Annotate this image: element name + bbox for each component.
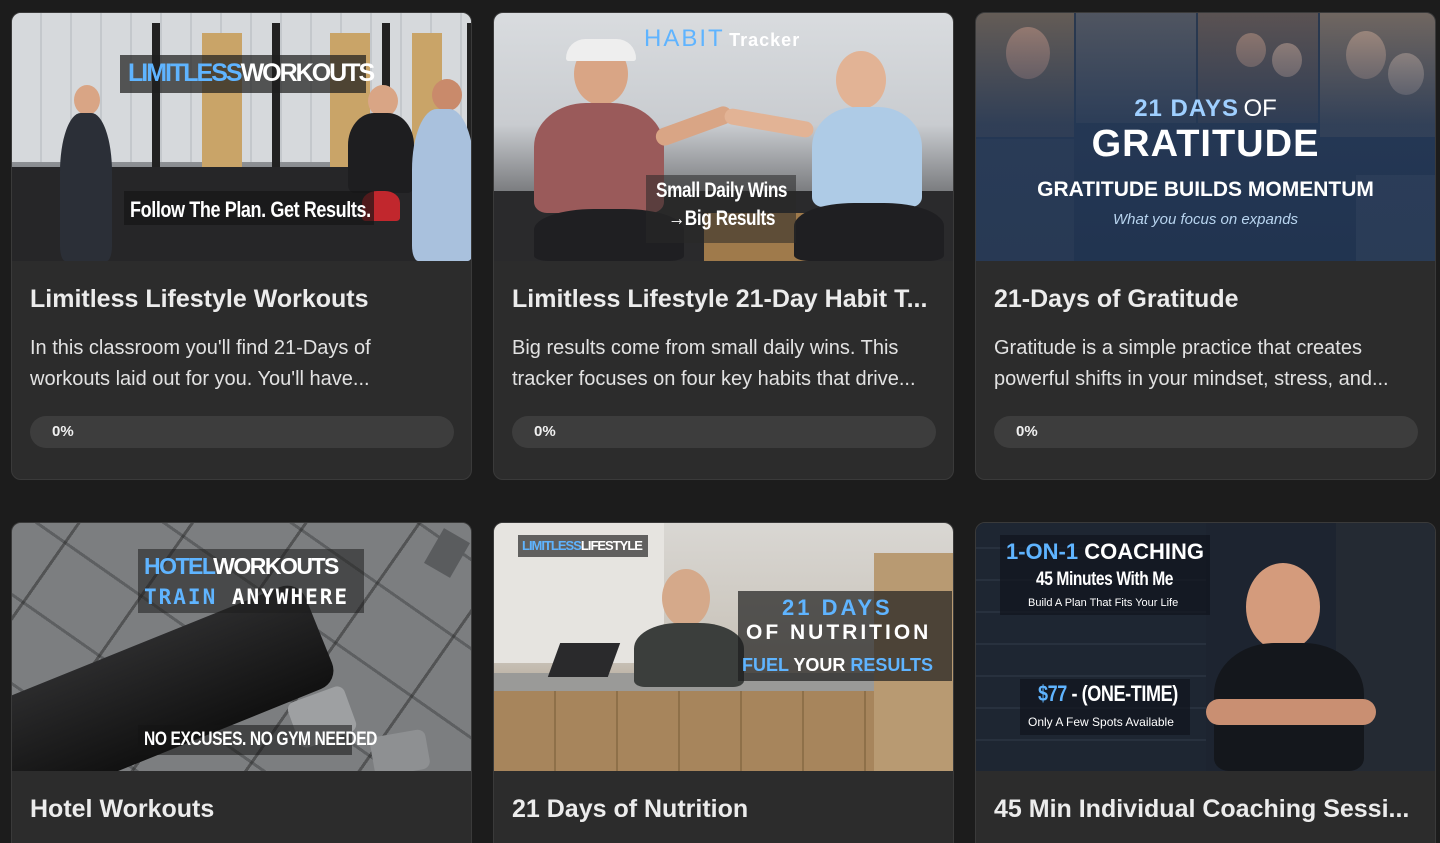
thumbnail-train: TRAIN bbox=[144, 585, 218, 609]
thumbnail-of-nutrition: OF NUTRITION bbox=[746, 621, 932, 644]
course-description: Big results come from small daily wins. … bbox=[512, 337, 916, 390]
thumbnail-brand-box: LIMITLESSLIFESTYLE bbox=[518, 535, 648, 557]
course-progress-bar: 0% bbox=[512, 416, 936, 448]
thumbnail-price-box: $77 - (ONE-TIME) Only A Few Spots Availa… bbox=[1020, 679, 1190, 735]
thumbnail-title-box: 21 DAYS OF NUTRITION FUEL YOUR RESULTS bbox=[738, 591, 952, 681]
course-title: 21-Days of Gratitude bbox=[994, 285, 1239, 313]
thumbnail-tagline-box: Small Daily Wins →Big Results bbox=[646, 175, 796, 243]
course-thumbnail: HOTELWORKOUTS TRAIN ANYWHERE NO EXCUSES.… bbox=[12, 523, 471, 771]
course-title: 45 Min Individual Coaching Sessi... bbox=[994, 795, 1410, 823]
course-thumbnail: LIMITLESSLIFESTYLE 21 DAYS OF NUTRITION … bbox=[494, 523, 953, 771]
thumbnail-footer: NO EXCUSES. NO GYM NEEDED bbox=[144, 729, 378, 750]
progress-label: 0% bbox=[1016, 423, 1038, 440]
course-card-nutrition[interactable]: LIMITLESSLIFESTYLE 21 DAYS OF NUTRITION … bbox=[493, 522, 954, 843]
progress-label: 0% bbox=[534, 423, 556, 440]
thumbnail-price-note: - (ONE-TIME) bbox=[1066, 681, 1178, 706]
thumbnail-title: HABIT Tracker bbox=[644, 25, 800, 53]
thumbnail-brand-a: LIMITLESS bbox=[128, 59, 243, 87]
course-card-workouts[interactable]: LIMITLESSWORKOUTS Follow The Plan. Get R… bbox=[11, 12, 472, 480]
thumbnail-line-3: GRATITUDE BUILDS MOMENTUM bbox=[1037, 178, 1374, 201]
thumbnail-tagline-1: Small Daily Wins bbox=[656, 179, 788, 202]
course-thumbnail: HABIT Tracker Small Daily Wins →Big Resu… bbox=[494, 13, 953, 261]
thumbnail-plan: Build A Plan That Fits Your Life bbox=[1028, 597, 1179, 609]
course-title: Hotel Workouts bbox=[30, 795, 215, 823]
thumbnail-coaching: COACHING bbox=[1084, 539, 1205, 564]
thumbnail-brand-b: WORKOUTS bbox=[240, 59, 376, 87]
course-card-hotel-workouts[interactable]: HOTELWORKOUTS TRAIN ANYWHERE NO EXCUSES.… bbox=[11, 522, 472, 843]
course-card-gratitude[interactable]: 21 DAYS OF GRATITUDE GRATITUDE BUILDS MO… bbox=[975, 12, 1436, 480]
course-thumbnail: 1-ON-1 COACHING 45 Minutes With Me Build… bbox=[976, 523, 1435, 771]
thumbnail-tagline-box: Follow The Plan. Get Results. bbox=[124, 191, 374, 225]
thumbnail-brand-b: LIFESTYLE bbox=[580, 538, 643, 553]
thumbnail-title-box: LIMITLESSWORKOUTS bbox=[120, 55, 375, 93]
progress-label: 0% bbox=[52, 423, 74, 440]
course-title: Limitless Lifestyle 21-Day Habit T... bbox=[512, 285, 928, 313]
thumbnail-spots: Only A Few Spots Available bbox=[1028, 715, 1174, 729]
thumbnail-of: OF bbox=[1243, 95, 1277, 122]
thumbnail-minutes: 45 Minutes With Me bbox=[1036, 569, 1174, 590]
thumbnail-1on1: 1-ON-1 bbox=[1006, 539, 1079, 564]
thumbnail-word-a: HABIT bbox=[644, 25, 725, 52]
course-thumbnail: LIMITLESSWORKOUTS Follow The Plan. Get R… bbox=[12, 13, 471, 261]
thumbnail-line-2: GRATITUDE bbox=[1091, 123, 1320, 165]
thumbnail-footer-box: NO EXCUSES. NO GYM NEEDED bbox=[138, 725, 377, 755]
thumbnail-workouts: WORKOUTS bbox=[213, 553, 339, 579]
course-title: 21 Days of Nutrition bbox=[512, 795, 749, 823]
thumbnail-line-4: What you focus on expands bbox=[1112, 211, 1299, 228]
thumbnail-title-box: 1-ON-1 COACHING 45 Minutes With Me Build… bbox=[1000, 535, 1210, 615]
course-description: In this classroom you'll find 21-Days of… bbox=[30, 337, 371, 390]
course-title: Limitless Lifestyle Workouts bbox=[30, 285, 369, 313]
thumbnail-price: $77 bbox=[1038, 681, 1067, 706]
thumbnail-title-box: HOTELWORKOUTS TRAIN ANYWHERE bbox=[138, 549, 364, 613]
thumbnail-line-1: 21 DAYS OF bbox=[976, 95, 1435, 123]
thumbnail-days: 21 DAYS bbox=[782, 595, 893, 620]
thumbnail-anywhere: ANYWHERE bbox=[231, 585, 350, 609]
thumbnail-days: 21 DAYS bbox=[1134, 95, 1240, 122]
course-card-coaching[interactable]: 1-ON-1 COACHING 45 Minutes With Me Build… bbox=[975, 522, 1436, 843]
course-card-habit-tracker[interactable]: HABIT Tracker Small Daily Wins →Big Resu… bbox=[493, 12, 954, 480]
course-progress-bar: 0% bbox=[30, 416, 454, 448]
thumbnail-brand-a: LIMITLESS bbox=[522, 538, 582, 553]
course-thumbnail: 21 DAYS OF GRATITUDE GRATITUDE BUILDS MO… bbox=[976, 13, 1435, 261]
thumbnail-hotel: HOTEL bbox=[144, 553, 215, 579]
thumbnail-tagline: Follow The Plan. Get Results. bbox=[130, 197, 371, 222]
thumbnail-your: YOUR bbox=[793, 655, 846, 675]
thumbnail-word-b: Tracker bbox=[729, 30, 801, 50]
thumbnail-results: RESULTS bbox=[850, 655, 934, 675]
thumbnail-tagline-2: →Big Results bbox=[668, 207, 776, 230]
course-description: Gratitude is a simple practice that crea… bbox=[994, 337, 1389, 390]
thumbnail-fuel: FUEL bbox=[742, 655, 789, 675]
course-progress-bar: 0% bbox=[994, 416, 1418, 448]
